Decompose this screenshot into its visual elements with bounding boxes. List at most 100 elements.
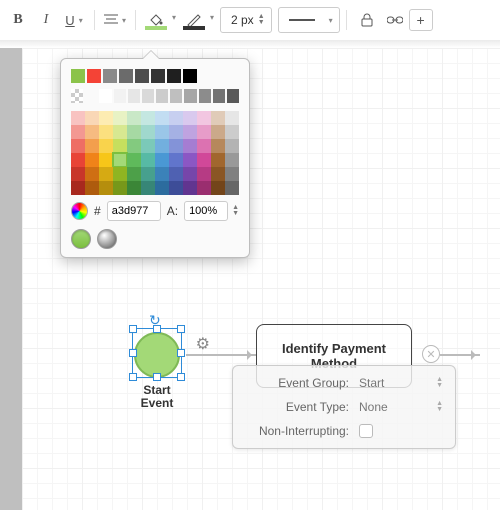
color-swatch[interactable] <box>155 153 169 167</box>
color-swatch[interactable] <box>71 125 85 139</box>
color-swatch[interactable] <box>99 167 113 181</box>
resize-handle[interactable] <box>129 349 137 357</box>
color-swatch[interactable] <box>225 139 239 153</box>
color-swatch[interactable] <box>119 69 133 83</box>
color-swatch[interactable] <box>155 139 169 153</box>
color-swatch[interactable] <box>211 153 225 167</box>
color-swatch[interactable] <box>225 181 239 195</box>
color-swatch[interactable] <box>141 125 155 139</box>
color-swatch[interactable] <box>71 69 85 83</box>
color-swatch[interactable] <box>169 181 183 195</box>
color-swatch[interactable] <box>127 139 141 153</box>
alpha-input[interactable] <box>184 201 228 221</box>
color-swatch[interactable] <box>113 153 127 167</box>
color-swatch[interactable] <box>99 111 113 125</box>
resize-handle[interactable] <box>129 373 137 381</box>
color-swatch[interactable] <box>183 125 197 139</box>
color-swatch[interactable] <box>227 89 239 103</box>
color-swatch[interactable] <box>211 167 225 181</box>
color-swatch[interactable] <box>211 139 225 153</box>
resize-handle[interactable] <box>153 325 161 333</box>
color-swatch[interactable] <box>71 167 85 181</box>
color-swatch[interactable] <box>184 89 196 103</box>
color-swatch[interactable] <box>199 89 211 103</box>
color-swatch[interactable] <box>85 125 99 139</box>
color-swatch[interactable] <box>127 125 141 139</box>
color-swatch[interactable] <box>113 167 127 181</box>
color-swatch[interactable] <box>127 111 141 125</box>
color-swatch[interactable] <box>113 139 127 153</box>
color-swatch[interactable] <box>197 125 211 139</box>
color-swatch[interactable] <box>71 153 85 167</box>
color-swatch[interactable] <box>85 153 99 167</box>
color-swatch[interactable] <box>85 139 99 153</box>
solid-fill-mode[interactable] <box>71 229 91 249</box>
color-swatch[interactable] <box>99 125 113 139</box>
color-swatch[interactable] <box>155 167 169 181</box>
color-swatch[interactable] <box>183 111 197 125</box>
color-swatch[interactable] <box>99 89 111 103</box>
color-swatch[interactable] <box>211 125 225 139</box>
gear-icon[interactable]: ⚙ <box>196 334 210 354</box>
color-swatch[interactable] <box>151 69 165 83</box>
color-wheel-icon[interactable] <box>71 202 88 220</box>
color-swatch[interactable] <box>99 153 113 167</box>
stepper[interactable]: ▲▼ <box>258 14 265 26</box>
line-weight-select[interactable]: 2 px ▲▼ <box>220 7 272 33</box>
underline-button[interactable]: U▾ <box>60 7 88 33</box>
resize-handle[interactable] <box>153 373 161 381</box>
color-swatch[interactable] <box>225 167 239 181</box>
color-swatch[interactable] <box>85 111 99 125</box>
color-swatch[interactable] <box>183 181 197 195</box>
no-fill-swatch[interactable] <box>71 89 83 103</box>
color-swatch[interactable] <box>155 181 169 195</box>
color-swatch[interactable] <box>113 181 127 195</box>
color-swatch[interactable] <box>141 139 155 153</box>
delete-connector-button[interactable]: ✕ <box>422 345 440 363</box>
color-swatch[interactable] <box>183 167 197 181</box>
non-interrupting-checkbox[interactable] <box>359 424 373 438</box>
hex-input[interactable] <box>107 201 161 221</box>
color-swatch[interactable] <box>211 111 225 125</box>
resize-handle[interactable] <box>177 373 185 381</box>
color-swatch[interactable] <box>141 167 155 181</box>
color-swatch[interactable] <box>135 69 149 83</box>
color-swatch[interactable] <box>167 69 181 83</box>
resize-handle[interactable] <box>177 349 185 357</box>
gradient-fill-mode[interactable] <box>97 229 117 249</box>
color-swatch[interactable] <box>99 181 113 195</box>
color-swatch[interactable] <box>211 181 225 195</box>
color-swatch[interactable] <box>114 89 126 103</box>
fill-color-button[interactable]: ▾ <box>142 7 170 33</box>
color-swatch[interactable] <box>127 181 141 195</box>
color-swatch[interactable] <box>87 69 101 83</box>
color-swatch[interactable] <box>85 167 99 181</box>
color-swatch[interactable] <box>197 153 211 167</box>
color-swatch[interactable] <box>127 153 141 167</box>
add-button[interactable]: + <box>409 9 433 31</box>
color-swatch[interactable] <box>197 111 211 125</box>
resize-handle[interactable] <box>129 325 137 333</box>
stroke-color-button[interactable]: ▾ <box>180 7 208 33</box>
color-swatch[interactable] <box>71 181 85 195</box>
color-swatch[interactable] <box>183 69 197 83</box>
color-swatch[interactable] <box>197 181 211 195</box>
color-swatch[interactable] <box>170 89 182 103</box>
color-swatch[interactable] <box>197 139 211 153</box>
lock-button[interactable] <box>353 7 381 33</box>
color-swatch[interactable] <box>142 89 154 103</box>
color-swatch[interactable] <box>169 139 183 153</box>
start-event-node[interactable]: ↻ ⚙ StartEvent <box>130 332 184 410</box>
color-swatch[interactable] <box>169 153 183 167</box>
color-swatch[interactable] <box>225 111 239 125</box>
alpha-stepper[interactable]: ▲▼ <box>232 205 239 217</box>
color-swatch[interactable] <box>169 167 183 181</box>
italic-button[interactable]: I <box>32 7 60 33</box>
color-swatch[interactable] <box>169 111 183 125</box>
color-swatch[interactable] <box>156 89 168 103</box>
link-button[interactable] <box>381 7 409 33</box>
color-swatch[interactable] <box>225 125 239 139</box>
color-swatch[interactable] <box>141 111 155 125</box>
color-swatch[interactable] <box>183 153 197 167</box>
color-swatch[interactable] <box>85 181 99 195</box>
